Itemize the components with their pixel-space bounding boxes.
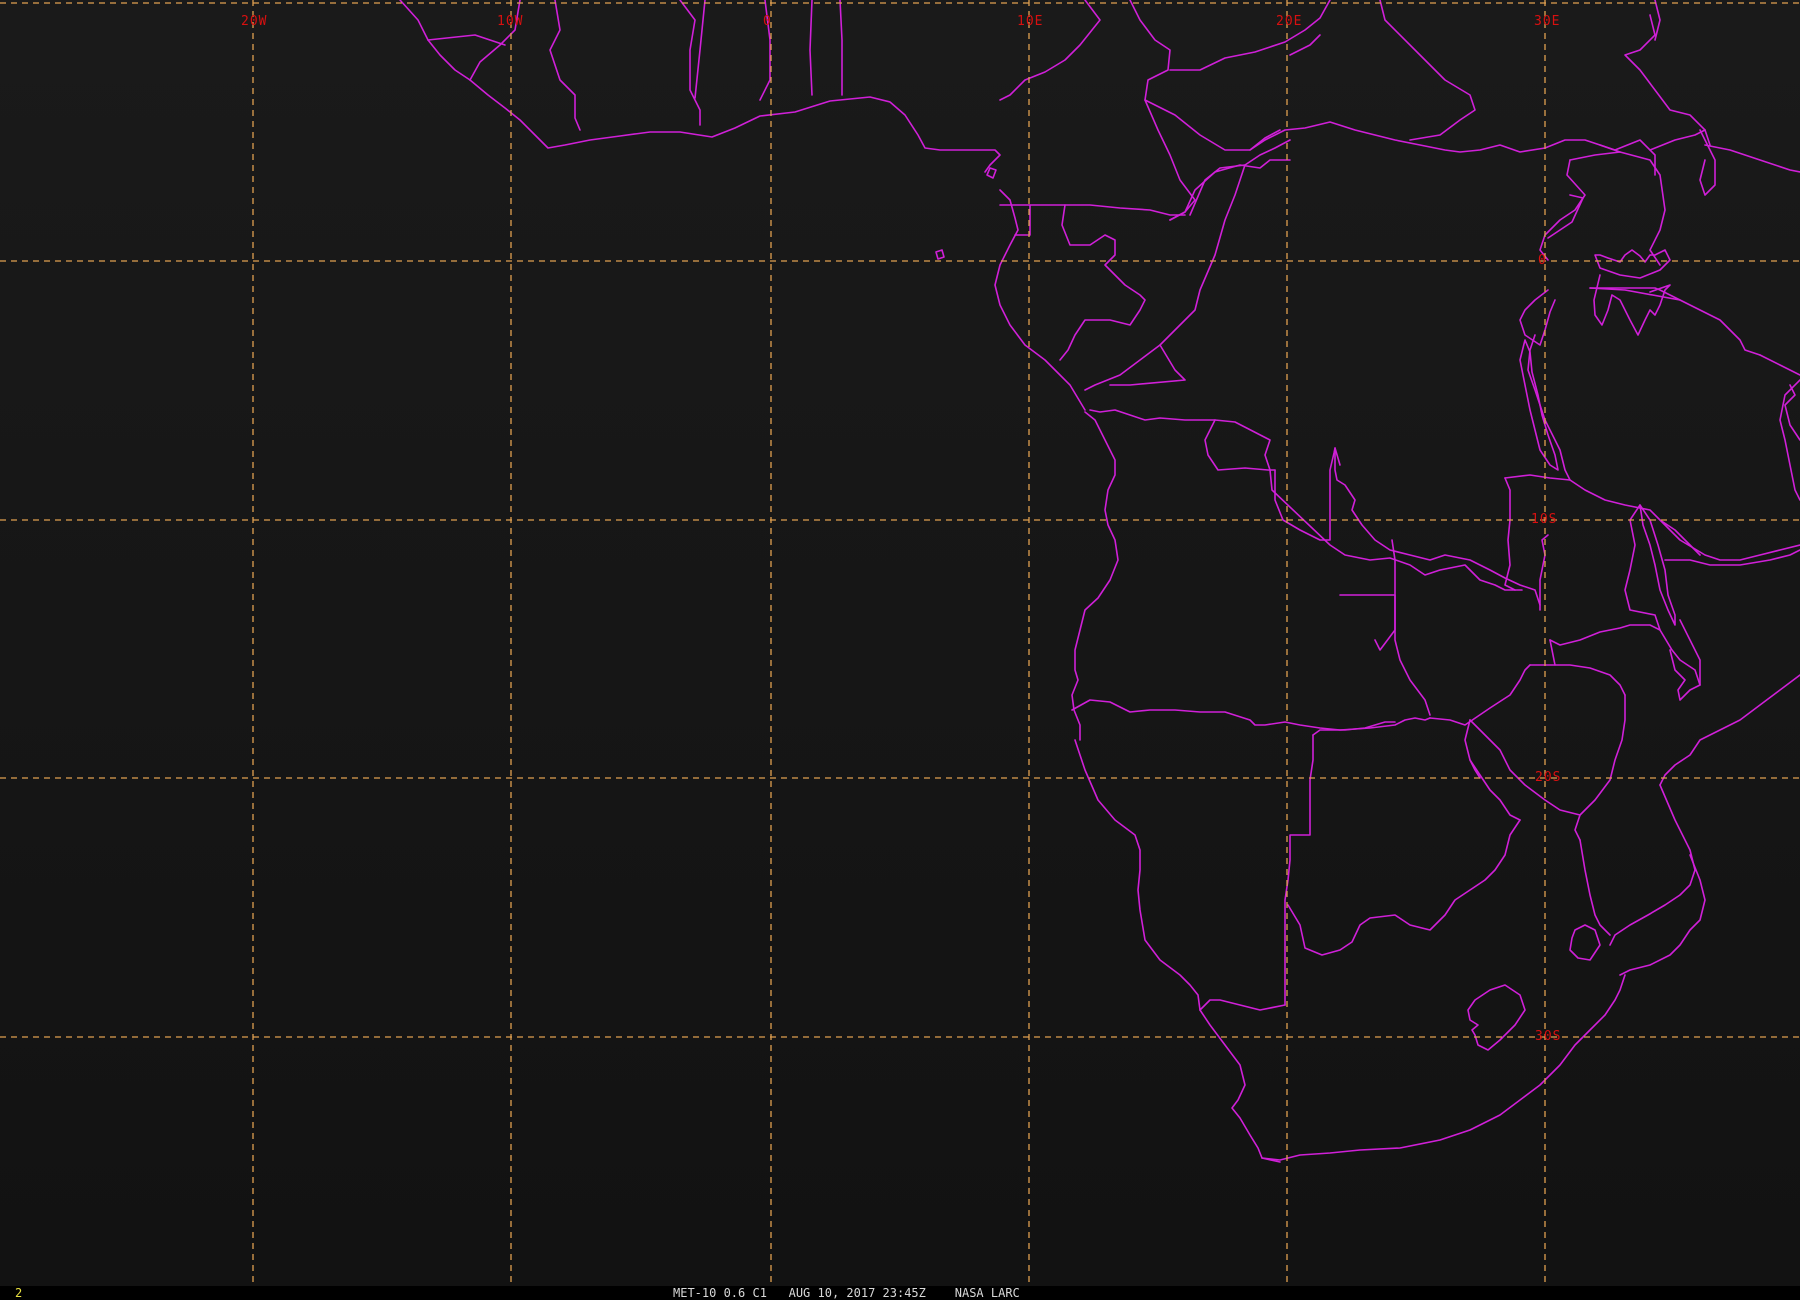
longitude-label-0: 0 — [763, 14, 772, 29]
longitude-label-20e: 20E — [1276, 14, 1302, 29]
latitude-label-20s: 20S — [1535, 770, 1561, 785]
longitude-label-10e: 10E — [1017, 14, 1043, 29]
satellite-map: 20W 10W 0 10E 20E 30E 0 10S 20S 30S — [0, 0, 1800, 1286]
status-bar: 2 MET-10 0.6 C1 AUG 10, 2017 23:45Z NASA… — [0, 1286, 1800, 1300]
image-caption: MET-10 0.6 C1 AUG 10, 2017 23:45Z NASA L… — [673, 1286, 1020, 1300]
latitude-label-30s: 30S — [1535, 1029, 1561, 1044]
longitude-label-10w: 10W — [497, 14, 523, 29]
latitude-label-0: 0 — [1538, 253, 1547, 268]
latitude-label-10s: 10S — [1531, 512, 1557, 527]
longitude-label-20w: 20W — [241, 14, 267, 29]
longitude-label-30e: 30E — [1534, 14, 1560, 29]
frame-number: 2 — [15, 1286, 23, 1300]
map-canvas: 20W 10W 0 10E 20E 30E 0 10S 20S 30S — [0, 0, 1800, 1286]
